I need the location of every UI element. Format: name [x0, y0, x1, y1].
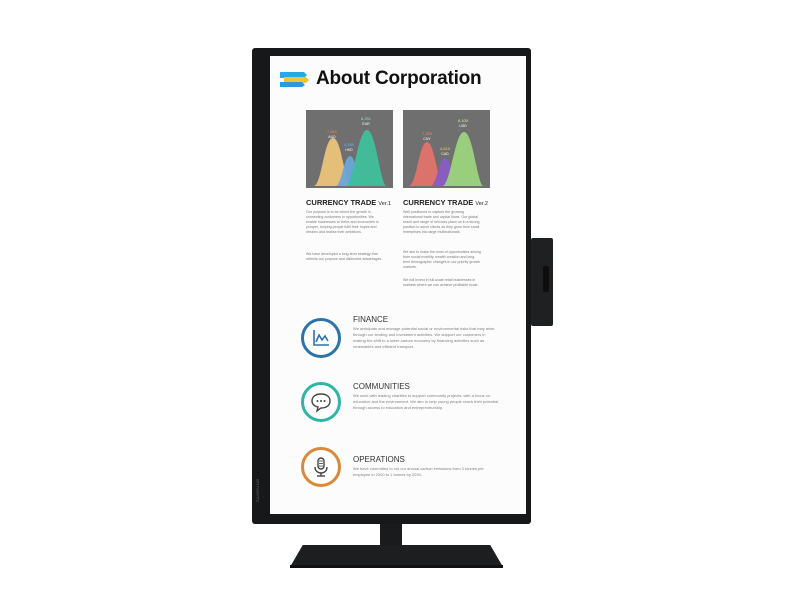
card1-paragraph-2: We have developed a long-term strategy t… [306, 252, 383, 261]
webcam-lens [543, 266, 549, 292]
page-title: About Corporation [316, 68, 482, 89]
chart2-label-1-value: 7,320 [422, 131, 433, 136]
chart2-label-2-value: 4,610 [440, 146, 451, 151]
chart2-label-2-code: CAD [441, 152, 449, 156]
communities-icon-badge [301, 382, 341, 422]
card1-version: Ver.1 [378, 201, 391, 207]
card2-title-text: CURRENCY TRADE [403, 198, 474, 207]
chart1-label-3-value: 8,251 [361, 116, 372, 121]
microphone-icon [314, 457, 328, 477]
stand-neck [380, 524, 402, 546]
communities-heading: COMMUNITIES [353, 382, 410, 391]
card2-paragraph-1: Well positioned to capture the growing i… [403, 210, 480, 234]
chat-bubble-icon [311, 393, 331, 413]
communities-text: We work with leading charities to suppor… [353, 393, 499, 410]
operations-text: We have committed to cut our annual carb… [353, 466, 484, 477]
chart1-label-2-value: 4,180 [344, 142, 355, 147]
finance-icon-badge [301, 318, 341, 358]
stripes-logo-icon [280, 72, 309, 87]
card2-version: Ver.2 [475, 201, 488, 207]
chart2-label-1-code: CNY [423, 137, 431, 141]
currency-chart-1: 7,580 AUD 4,180 HKD 8,251 EUR [306, 110, 393, 188]
chart1-label-2-code: HKD [345, 148, 353, 152]
line-chart-icon [313, 330, 329, 346]
card1-paragraph-1: Our purpose is to be where the growth is… [306, 210, 379, 234]
brand-label: SAMSUNG [255, 478, 260, 502]
card2-paragraph-3: We will invest in full-scale retail busi… [403, 278, 479, 287]
stand-base-edge [290, 565, 503, 568]
chart1-label-1-code: AUD [328, 135, 336, 139]
card2-title: CURRENCY TRADE Ver.2 [403, 198, 488, 207]
operations-heading: OPERATIONS [353, 455, 405, 464]
monitor-screen: About Corporation 7,580 AUD 4,180 HKD 8,… [270, 56, 526, 514]
chart2-label-3-code: USD [459, 124, 467, 128]
currency-chart-2: 7,320 CNY 4,610 CAD 8,100 USD [403, 110, 490, 188]
title-row: About Corporation [280, 68, 482, 90]
stand-base [290, 545, 503, 567]
card2-paragraph-2: We aim to make the most of opportunities… [403, 250, 481, 269]
chart1-label-1-value: 7,580 [327, 129, 338, 134]
webcam [531, 238, 553, 326]
card1-title: CURRENCY TRADE Ver.1 [306, 198, 391, 207]
operations-icon-badge [301, 447, 341, 487]
chart2-label-3-value: 8,100 [458, 118, 469, 123]
finance-heading: FINANCE [353, 315, 389, 324]
card1-title-text: CURRENCY TRADE [306, 198, 377, 207]
chart1-label-3-code: EUR [362, 122, 370, 126]
finance-text: We anticipate and manage potential socia… [353, 326, 495, 349]
